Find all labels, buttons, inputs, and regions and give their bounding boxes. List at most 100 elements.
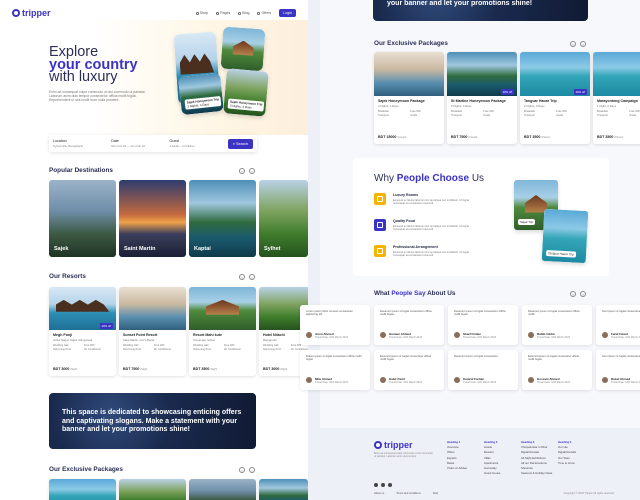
price-unit: /Night — [140, 368, 148, 371]
price-unit: /Couple — [397, 136, 407, 139]
prev-arrow-icon[interactable]: ‹ — [239, 467, 245, 473]
facebook-icon[interactable] — [374, 483, 378, 487]
package-image — [49, 479, 116, 500]
item-card[interactable]: Sajek Honeymoon Package 3 Nights, 4 Days B… — [374, 52, 444, 144]
footer-logo[interactable]: tripper — [374, 440, 413, 450]
next-arrow-icon[interactable]: › — [249, 168, 255, 174]
price-value: BDT 15000 — [378, 135, 397, 139]
next-arrow-icon[interactable]: › — [249, 274, 255, 280]
item-card[interactable]: Sunset Point Resort Saint Martin, Cox's B… — [119, 287, 186, 376]
footer-link[interactable]: Guest House — [484, 471, 500, 476]
footer-link-terms[interactable]: Terms and conditions — [396, 492, 421, 495]
card-features: Wedding Hall Free Wifi Swimming Pool Air Co… — [193, 344, 252, 351]
prev-arrow-icon[interactable]: ‹ — [239, 274, 245, 280]
package-card-preview[interactable] — [119, 479, 186, 500]
why-title-suffix: Us — [471, 173, 485, 184]
why-item-desc: Eiusmod ex labore laborum sint qui aliqu… — [393, 251, 469, 258]
package-card-preview[interactable] — [49, 479, 116, 500]
card-photo — [189, 287, 256, 330]
card-photo — [374, 52, 444, 97]
logo-icon — [374, 441, 382, 449]
packages-arrows: ‹ › — [239, 467, 255, 473]
package-card-preview[interactable] — [259, 479, 308, 500]
prev-arrow-icon[interactable]: ‹ — [239, 168, 245, 174]
location-label: Location — [53, 139, 67, 143]
why-item-desc: Eiusmod ex labore laborum sint qui aliqu… — [393, 225, 469, 232]
hero-title-line3: with luxury — [49, 69, 118, 85]
avatar — [602, 332, 608, 338]
feature-item: Transport — [597, 114, 609, 118]
item-card[interactable]: 20% off Tanguar Haoar Trip 2 Nights, 3 Day… — [520, 52, 590, 144]
avatar — [454, 332, 460, 338]
nav-item-shop[interactable]: Shop — [195, 11, 209, 15]
why-feature-icon — [374, 219, 386, 231]
footer-link-faq[interactable]: FAQ — [433, 492, 438, 495]
search-button[interactable]: ⌕ Search — [227, 138, 254, 149]
navbar: tripper Shop Pages Blog Offers Login — [12, 8, 296, 18]
next-arrow-icon[interactable]: › — [249, 467, 255, 473]
footer — [320, 428, 640, 500]
footer-link[interactable]: Chain of Jubilee — [447, 466, 467, 471]
testimonial-date: Travel Date: 10th March 2023 — [315, 381, 348, 384]
destination-card[interactable]: Sylhet — [259, 180, 308, 257]
footer-link[interactable]: Digital Rentals — [558, 450, 576, 455]
footer-link-about[interactable]: About us — [374, 492, 384, 495]
twitter-icon[interactable] — [381, 483, 385, 487]
footer-link[interactable]: Time to Grow — [558, 461, 576, 466]
why-title-highlight: People Choose — [396, 173, 470, 184]
tag-sub: 3 Nights, 4 Days — [229, 103, 252, 110]
package-card-preview[interactable] — [189, 479, 256, 500]
testimonial-card: Eiusmod ipsum ut fugiat consectetur offi… — [522, 350, 592, 390]
price-unit: /Couple — [468, 136, 478, 139]
destination-card[interactable]: Sajek — [49, 180, 116, 257]
promo-banner[interactable]: This space is dedicated to showcasing en… — [49, 393, 256, 449]
guest-field[interactable]: Guest 2 Adults · 2 Children — [170, 139, 228, 148]
logo[interactable]: tripper — [12, 8, 51, 18]
testimonials-title-highlight: People Say — [391, 290, 426, 297]
card-price: BDT 3500 /Person — [524, 135, 550, 139]
testimonial-card: Sunt ipsum ut fugiat consectetur. Rubel A… — [596, 350, 640, 390]
prev-arrow-icon[interactable]: ‹ — [570, 41, 576, 47]
nav-label: Blog — [242, 11, 250, 15]
destination-card[interactable]: Saint Martin — [119, 180, 186, 257]
next-arrow-icon[interactable]: › — [580, 41, 586, 47]
card-photo — [593, 52, 640, 97]
card-title: St Martine Honeymoon Package — [451, 99, 506, 104]
next-arrow-icon[interactable]: › — [580, 291, 586, 297]
promo-text: This space is dedicated to showcasing en… — [62, 409, 242, 433]
instagram-icon[interactable] — [388, 483, 392, 487]
hero-image — [220, 26, 266, 72]
login-button[interactable]: Login — [279, 9, 296, 17]
discount-badge: 20% off — [500, 89, 514, 96]
item-card[interactable]: Marayontong Campaign 1 Night, 2 Days Break… — [593, 52, 640, 144]
hero-title: Explore your country with luxury — [49, 45, 138, 85]
feature-item: Breakfast — [378, 110, 389, 114]
testimonial-quote: Deserunt ipsum ut fugiat consectetur. — [454, 355, 499, 358]
nav-item-blog[interactable]: Blog — [238, 11, 249, 15]
item-card[interactable]: 20% off Megh Punji Gokul Nagar, Sajek, Ran… — [49, 287, 116, 376]
card-price: BDT 3500 /Person — [597, 135, 623, 139]
location-field[interactable]: Location Sylhet Hills, Bangladesh — [53, 139, 111, 148]
card-image — [593, 52, 640, 97]
destination-card[interactable]: Kaptai — [189, 180, 256, 257]
testimonials-title-prefix: What — [374, 290, 390, 297]
nav-label: Shop — [199, 11, 209, 15]
why-item-title: Professional Arrangement — [393, 245, 438, 249]
nav-item-offers[interactable]: Offers — [257, 11, 271, 15]
date-field[interactable]: Date Mon Feb 20 — Sun Feb 26 — [111, 139, 169, 148]
testimonial-card: Dolore ipsum ut fugiat consectetur offic… — [300, 350, 370, 390]
why-feature-icon — [374, 245, 386, 257]
nav-item-pages[interactable]: Pages — [216, 11, 230, 15]
item-card[interactable]: Resort Mahi kute Srimangal, Sylhet Wedding… — [189, 287, 256, 376]
avatar — [380, 377, 386, 383]
feature-item: Free Wifi — [410, 110, 421, 114]
prev-arrow-icon[interactable]: ‹ — [570, 291, 576, 297]
price-value: BDT 3500 — [597, 135, 614, 139]
promo-banner-tail[interactable]: your banner and let your promotions shin… — [373, 0, 588, 21]
offers-icon — [257, 11, 261, 15]
price-value: BDT 7500 — [123, 367, 140, 371]
card-features: Wedding Hall Free Wifi Swimming Pool Air Co… — [123, 344, 182, 351]
footer-link[interactable]: Seasons & Holiday Ideas — [521, 471, 552, 476]
item-card[interactable]: 20% off St Martine Honeymoon Package 3 Nig… — [447, 52, 517, 144]
feature-item: Swimming Pool — [263, 347, 281, 351]
